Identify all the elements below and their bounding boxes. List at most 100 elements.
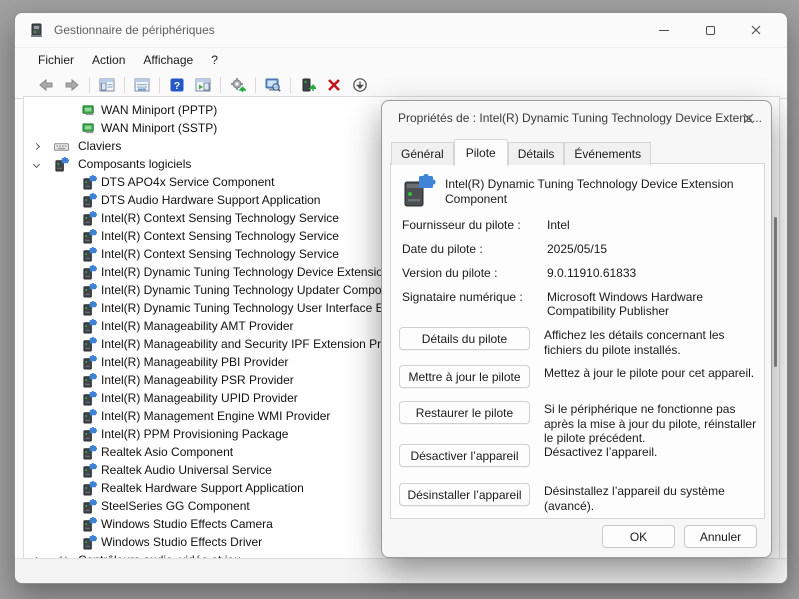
tree-item-label: DTS Audio Hardware Support Application [101, 193, 320, 207]
software-component-icon [82, 535, 97, 550]
software-component-icon [82, 409, 97, 424]
ok-button[interactable]: OK [602, 525, 675, 548]
tree-item-label: Intel(R) Dynamic Tuning Technology Devic… [101, 265, 390, 279]
tree-item-label: Claviers [78, 139, 121, 153]
field-label: Signataire numérique : [402, 290, 547, 304]
minimize-button[interactable] [641, 13, 687, 47]
software-component-icon [82, 193, 97, 208]
dialog-close-icon[interactable] [731, 104, 765, 132]
tab-pilote[interactable]: Pilote [454, 139, 508, 166]
tree-item-label: Intel(R) Manageability PBI Provider [101, 355, 288, 369]
menu-affichage[interactable]: Affichage [134, 50, 202, 70]
device-properties-dialog: Propriétés de : Intel(R) Dynamic Tuning … [381, 100, 772, 558]
update-driver-software-icon[interactable] [295, 74, 321, 96]
maximize-button[interactable] [687, 13, 733, 47]
toolbar-separator [255, 77, 256, 93]
tree-item-label: WAN Miniport (SSTP) [101, 121, 217, 135]
roll-back-driver-button[interactable]: Restaurer le pilote [399, 401, 530, 424]
properties-icon[interactable] [129, 74, 155, 96]
software-component-icon [82, 229, 97, 244]
chevron-down-icon[interactable] [30, 162, 42, 167]
tree-item-label: Windows Studio Effects Driver [101, 535, 262, 549]
field-label: Fournisseur du pilote : [402, 218, 547, 232]
tree-item-label: Realtek Asio Component [101, 445, 233, 459]
driver-tab-page: Intel(R) Dynamic Tuning Technology Devic… [390, 163, 765, 519]
disable-device-button[interactable]: Désactiver l’appareil [399, 444, 530, 467]
help-icon[interactable]: ? [164, 74, 190, 96]
tree-item-label: Intel(R) Context Sensing Technology Serv… [101, 211, 339, 225]
software-component-icon [82, 445, 97, 460]
driver-details-button[interactable]: Détails du pilote [399, 327, 530, 350]
tree-item-label: Realtek Audio Universal Service [101, 463, 272, 477]
toolbar: ? [15, 71, 787, 99]
title-bar: Gestionnaire de périphériques [15, 13, 787, 47]
tree-item-label: WAN Miniport (PPTP) [101, 103, 217, 117]
status-bar [15, 558, 787, 583]
tab-details[interactable]: Détails [508, 142, 565, 165]
software-component-icon [82, 337, 97, 352]
software-component-icon [82, 391, 97, 406]
uninstall-device-icon[interactable] [321, 74, 347, 96]
chevron-right-icon[interactable] [30, 144, 42, 149]
software-component-icon [82, 175, 97, 190]
tree-item-label: Intel(R) Context Sensing Technology Serv… [101, 229, 339, 243]
software-component-icon [82, 355, 97, 370]
close-button[interactable] [733, 13, 779, 47]
driver-details-button-description: Affichez les détails concernant les fich… [544, 328, 757, 357]
tree-item-label: Realtek Hardware Support Application [101, 481, 304, 495]
update-driver-icon[interactable] [225, 74, 251, 96]
software-component-icon [54, 157, 69, 172]
field-value: 2025/05/15 [547, 242, 752, 256]
tree-item-label: Intel(R) Context Sensing Technology Serv… [101, 247, 339, 261]
tree-item-label: Intel(R) Manageability and Security IPF … [101, 337, 394, 351]
software-component-icon [82, 481, 97, 496]
tree-item-label: Intel(R) Management Engine WMI Provider [101, 409, 330, 423]
cancel-button[interactable]: Annuler [684, 525, 757, 548]
field-label: Version du pilote : [402, 266, 547, 280]
svg-text:?: ? [174, 80, 180, 92]
toolbar-separator [290, 77, 291, 93]
tab-evenements[interactable]: Événements [564, 142, 651, 165]
software-component-icon [82, 427, 97, 442]
software-component-device-icon [402, 174, 436, 208]
field-value: 9.0.11910.61833 [547, 266, 752, 280]
tree-scrollbar[interactable] [774, 217, 777, 367]
menu-help[interactable]: ? [202, 50, 227, 70]
tree-item-label: DTS APO4x Service Component [101, 175, 274, 189]
update-driver-button-description: Mettez à jour le pilote pour cet apparei… [544, 366, 757, 381]
dialog-tabs: GénéralPiloteDétailsÉvénements [391, 140, 651, 165]
field-value: Microsoft Windows Hardware Compatibility… [547, 290, 752, 318]
software-component-icon [82, 517, 97, 532]
tree-item-label: Composants logiciels [78, 157, 191, 171]
show-action-pane-icon[interactable] [190, 74, 216, 96]
menu-bar: FichierActionAffichage? [15, 47, 787, 71]
software-component-icon [82, 499, 97, 514]
forward-icon[interactable] [59, 74, 85, 96]
menu-fichier[interactable]: Fichier [29, 50, 83, 70]
device-manager-app-icon [29, 22, 45, 38]
menu-action[interactable]: Action [83, 50, 134, 70]
tree-item-label: Intel(R) Manageability AMT Provider [101, 319, 294, 333]
tab-general[interactable]: Général [391, 142, 454, 165]
software-component-icon [82, 319, 97, 334]
show-console-tree-icon[interactable] [94, 74, 120, 96]
dialog-title-bar: Propriétés de : Intel(R) Dynamic Tuning … [382, 101, 771, 135]
keyboard-icon [54, 139, 69, 154]
window-title: Gestionnaire de périphériques [54, 23, 215, 37]
software-component-icon [82, 265, 97, 280]
update-driver-button[interactable]: Mettre à jour le pilote [399, 365, 530, 388]
back-icon[interactable] [33, 74, 59, 96]
toolbar-separator [159, 77, 160, 93]
software-component-icon [82, 283, 97, 298]
scan-hardware-changes-icon[interactable] [260, 74, 286, 96]
toolbar-separator [89, 77, 90, 93]
field-value: Intel [547, 218, 752, 232]
dialog-title: Propriétés de : Intel(R) Dynamic Tuning … [398, 111, 762, 125]
software-component-icon [82, 247, 97, 262]
toolbar-separator [220, 77, 221, 93]
uninstall-device-button[interactable]: Désinstaller l’appareil [399, 483, 530, 506]
tree-item-label: Intel(R) Manageability PSR Provider [101, 373, 294, 387]
disable-device-button-description: Désactivez l’appareil. [544, 445, 757, 460]
network-adapter-icon [82, 103, 97, 118]
disable-device-icon[interactable] [347, 74, 373, 96]
